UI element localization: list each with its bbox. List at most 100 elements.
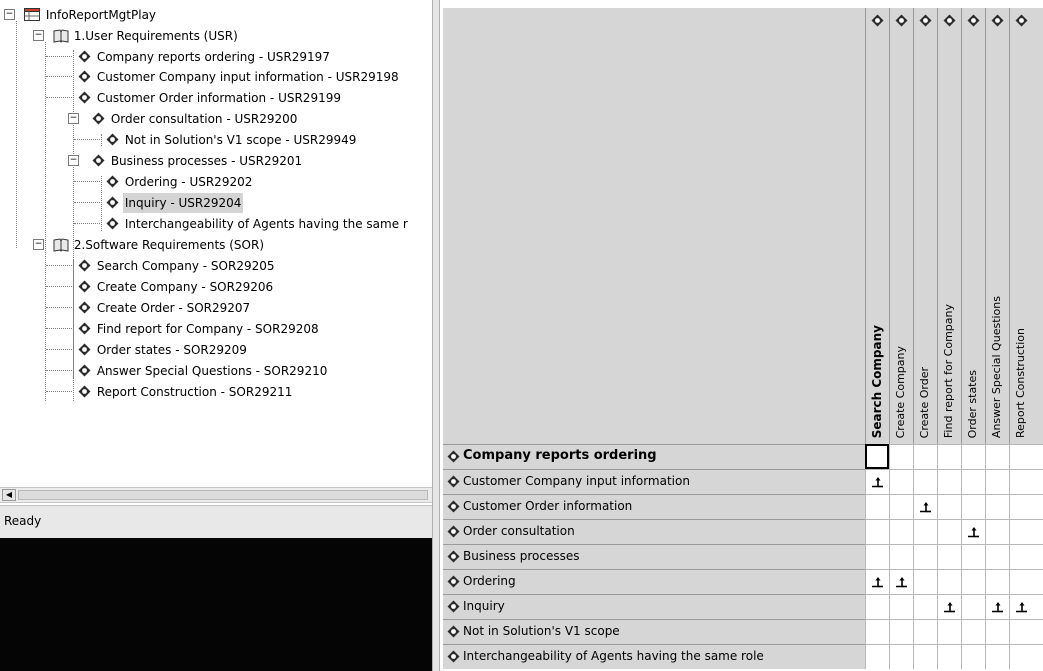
tree-item[interactable]: Customer Company input information - USR…	[46, 66, 401, 86]
matrix-cell[interactable]	[937, 619, 961, 644]
matrix-cell[interactable]	[985, 644, 1009, 669]
matrix-row-header[interactable]: Interchangeability of Agents having the …	[443, 644, 865, 669]
matrix-cell[interactable]	[889, 494, 913, 519]
matrix-column-header[interactable]: Answer Special Questions	[985, 8, 1009, 444]
matrix-cell[interactable]	[1009, 569, 1043, 594]
matrix-cell[interactable]	[985, 619, 1009, 644]
tree-node-order-consultation[interactable]: − Order consultation - USR29200	[60, 108, 299, 128]
matrix-cell[interactable]	[889, 644, 913, 669]
collapse-toggle-icon[interactable]: −	[68, 113, 79, 124]
matrix-cell[interactable]	[865, 519, 889, 544]
matrix-cell[interactable]	[865, 494, 889, 519]
tree-item-selected[interactable]: Inquiry - USR29204	[74, 192, 244, 213]
matrix-cell-linked[interactable]	[1009, 594, 1043, 619]
tree-item[interactable]: Create Company - SOR29206	[46, 276, 275, 296]
tree-node-usr-group[interactable]: − 1.User Requirements (USR)	[33, 25, 240, 45]
matrix-cell[interactable]	[913, 519, 937, 544]
matrix-cell[interactable]	[865, 594, 889, 619]
matrix-column-header[interactable]: Search Company	[865, 8, 889, 444]
matrix-cell[interactable]	[961, 594, 985, 619]
matrix-cell[interactable]	[961, 469, 985, 494]
matrix-cell[interactable]	[985, 519, 1009, 544]
matrix-cell[interactable]	[1009, 469, 1043, 494]
matrix-cell-linked[interactable]	[913, 494, 937, 519]
matrix-cell-linked[interactable]	[985, 594, 1009, 619]
scrollbar-thumb[interactable]	[18, 490, 428, 500]
tree-item[interactable]: Not in Solution's V1 scope - USR29949	[74, 129, 358, 149]
matrix-cell-linked[interactable]	[865, 569, 889, 594]
matrix-cell[interactable]	[1009, 444, 1043, 469]
matrix-cell[interactable]	[937, 544, 961, 569]
output-console[interactable]	[0, 538, 432, 671]
matrix-cell[interactable]	[913, 469, 937, 494]
tree-root-node[interactable]: − InfoReportMgtPlay	[4, 4, 158, 24]
tree-item[interactable]: Customer Order information - USR29199	[46, 87, 343, 107]
matrix-cell[interactable]	[913, 544, 937, 569]
matrix-cell[interactable]	[1009, 644, 1043, 669]
matrix-cell[interactable]	[937, 444, 961, 469]
matrix-cell[interactable]	[937, 644, 961, 669]
matrix-cell[interactable]	[865, 619, 889, 644]
tree-item[interactable]: Ordering - USR29202	[74, 171, 254, 191]
matrix-cell[interactable]	[961, 569, 985, 594]
matrix-cell[interactable]	[985, 444, 1009, 469]
collapse-toggle-icon[interactable]: −	[33, 30, 44, 41]
matrix-column-header[interactable]: Create Order	[913, 8, 937, 444]
matrix-cell[interactable]	[1009, 494, 1043, 519]
requirements-tree[interactable]: − InfoReportMgtPlay − 1.User Requirement…	[0, 0, 432, 487]
matrix-cell[interactable]	[889, 619, 913, 644]
matrix-cell[interactable]	[1009, 519, 1043, 544]
matrix-cell[interactable]	[913, 444, 937, 469]
matrix-column-header[interactable]: Order states	[961, 8, 985, 444]
tree-horizontal-scrollbar[interactable]: ◀	[0, 487, 432, 503]
matrix-cell[interactable]	[937, 519, 961, 544]
matrix-cell[interactable]	[913, 644, 937, 669]
collapse-toggle-icon[interactable]: −	[33, 239, 44, 250]
tree-item[interactable]: Find report for Company - SOR29208	[46, 318, 321, 338]
tree-item[interactable]: Answer Special Questions - SOR29210	[46, 360, 329, 380]
tree-item[interactable]: Interchangeability of Agents having the …	[74, 213, 410, 233]
tree-item[interactable]: Create Order - SOR29207	[46, 297, 252, 317]
matrix-column-header[interactable]: Report Construction	[1009, 8, 1043, 444]
collapse-toggle-icon[interactable]: −	[68, 155, 79, 166]
matrix-cell[interactable]	[889, 594, 913, 619]
matrix-row-header[interactable]: Customer Order information	[443, 494, 865, 519]
matrix-cell[interactable]	[937, 469, 961, 494]
matrix-cell[interactable]	[961, 644, 985, 669]
matrix-cell-linked[interactable]	[889, 569, 913, 594]
matrix-cell[interactable]	[1009, 619, 1043, 644]
matrix-cell[interactable]	[889, 469, 913, 494]
matrix-row-header[interactable]: Not in Solution's V1 scope	[443, 619, 865, 644]
matrix-row-header[interactable]: Company reports ordering	[443, 444, 865, 469]
matrix-cell[interactable]	[913, 569, 937, 594]
matrix-cell-linked[interactable]	[961, 519, 985, 544]
matrix-cell[interactable]	[889, 444, 913, 469]
matrix-cell[interactable]	[961, 619, 985, 644]
matrix-cell[interactable]	[937, 569, 961, 594]
matrix-cell[interactable]	[985, 469, 1009, 494]
matrix-cell-linked[interactable]	[937, 594, 961, 619]
matrix-cell[interactable]	[961, 544, 985, 569]
tree-node-sor-group[interactable]: − 2.Software Requirements (SOR)	[33, 234, 266, 254]
matrix-cell[interactable]	[889, 544, 913, 569]
matrix-cell-linked[interactable]	[865, 469, 889, 494]
collapse-toggle-icon[interactable]: −	[4, 9, 15, 20]
matrix-cell[interactable]	[913, 619, 937, 644]
matrix-cell[interactable]	[1009, 544, 1043, 569]
matrix-row-header[interactable]: Customer Company input information	[443, 469, 865, 494]
matrix-cell[interactable]	[961, 494, 985, 519]
matrix-cell[interactable]	[865, 644, 889, 669]
tree-item[interactable]: Report Construction - SOR29211	[46, 381, 294, 401]
matrix-cell[interactable]	[985, 494, 1009, 519]
matrix-cell-focused[interactable]	[865, 444, 889, 469]
tree-item[interactable]: Search Company - SOR29205	[46, 255, 277, 275]
matrix-cell[interactable]	[961, 444, 985, 469]
traceability-matrix[interactable]: Search Company Create Company Create Ord…	[440, 0, 1043, 671]
matrix-cell[interactable]	[985, 544, 1009, 569]
tree-item[interactable]: Order states - SOR29209	[46, 339, 249, 359]
matrix-cell[interactable]	[865, 544, 889, 569]
tree-node-business-processes[interactable]: − Business processes - USR29201	[60, 150, 304, 170]
matrix-cell[interactable]	[937, 494, 961, 519]
matrix-column-header[interactable]: Create Company	[889, 8, 913, 444]
matrix-cell[interactable]	[913, 594, 937, 619]
